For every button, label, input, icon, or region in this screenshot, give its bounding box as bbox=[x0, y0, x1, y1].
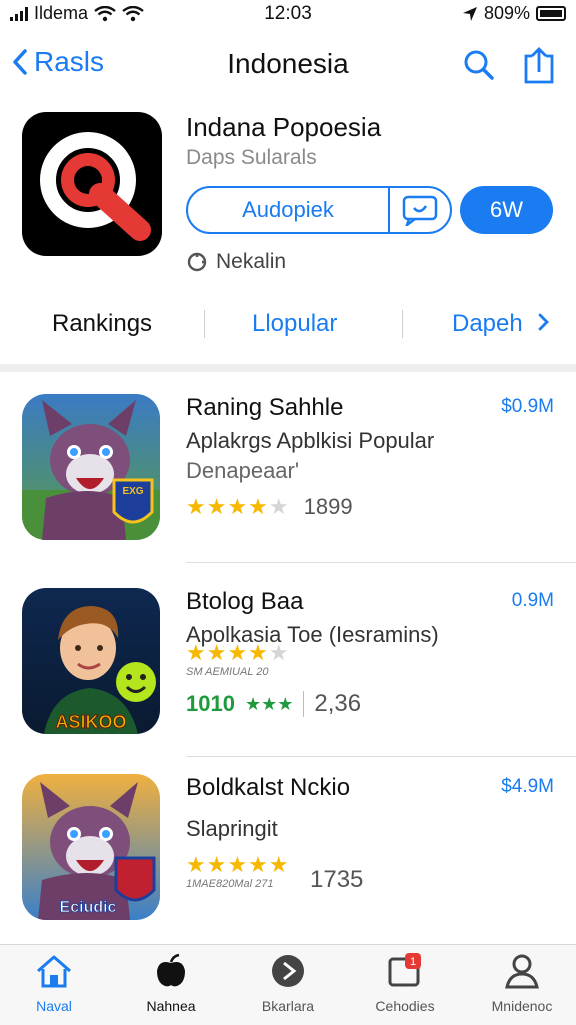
profile-icon bbox=[505, 954, 539, 989]
star-rating: ★★★★★ bbox=[186, 852, 290, 877]
app-name: Btolog Baa bbox=[186, 588, 304, 615]
badge-icon bbox=[187, 252, 207, 272]
app-price[interactable]: $4.9M bbox=[501, 776, 554, 798]
app-stats: 2,36 bbox=[314, 690, 362, 717]
app-name: Boldkalst Nckio bbox=[186, 774, 351, 801]
featured-app-subtitle: Daps Sularals bbox=[186, 146, 317, 169]
tab-bar-item-nahnea[interactable]: Nahnea bbox=[121, 953, 221, 1014]
battery-percent: 809% bbox=[483, 3, 530, 23]
section-divider bbox=[0, 364, 576, 372]
star-rating: ★★★★★ bbox=[186, 640, 290, 665]
tab-bar-item-naval[interactable]: Naval bbox=[4, 953, 104, 1014]
app-description: Slapringit bbox=[186, 816, 278, 841]
tab-bar-label: Cehodies bbox=[375, 998, 435, 1014]
rating-count: 1735 bbox=[310, 866, 364, 893]
tab-separator bbox=[402, 310, 403, 338]
magnifier-logo-icon bbox=[40, 132, 151, 241]
tab-rankings[interactable]: Rankings bbox=[52, 310, 152, 338]
wolf-mascot-icon: EXG bbox=[22, 400, 160, 540]
apple-icon bbox=[157, 953, 185, 987]
app-name: Raning Sahhle bbox=[186, 394, 344, 421]
star-rating: ★★★★★ bbox=[186, 494, 290, 519]
wolf-mascot-icon: Eciudic bbox=[38, 782, 156, 920]
thumbnail-title-text: Eciudic bbox=[60, 899, 117, 916]
get-button[interactable]: 6W bbox=[460, 186, 553, 234]
tab-bar-item-cehodies[interactable]: 1 Cehodies bbox=[355, 953, 455, 1014]
inline-separator bbox=[303, 691, 305, 717]
featured-app-icon[interactable] bbox=[22, 112, 162, 256]
app-price[interactable]: 0.9M bbox=[512, 590, 554, 612]
featured-app-title: Indana Popoesia bbox=[186, 112, 382, 142]
app-price[interactable]: $0.9M bbox=[501, 396, 554, 418]
tab-bar-label: Naval bbox=[36, 998, 72, 1014]
row-divider bbox=[186, 756, 576, 757]
rating-count: 1899 bbox=[303, 494, 353, 519]
app-thumbnail: Eciudic bbox=[22, 774, 160, 920]
battery-icon bbox=[536, 6, 566, 21]
open-action-button[interactable]: Audopiek bbox=[188, 188, 390, 232]
tab-bar-label: Bkarlara bbox=[261, 998, 315, 1014]
list-item[interactable]: ASIKOO Btolog Baa Apolkasia Toe (Iesrami… bbox=[0, 588, 576, 778]
sub-detail: 1MAE820Mal 271 bbox=[186, 878, 274, 890]
tab-bar-item-bkarlara[interactable]: Bkarlara bbox=[238, 953, 338, 1014]
action-segment: Audopiek bbox=[186, 186, 452, 234]
tab-dapeh[interactable]: Dapeh bbox=[452, 310, 550, 338]
sub-detail: SM AEMIUAL 20 bbox=[186, 666, 269, 678]
green-stars: ★★★ bbox=[244, 693, 294, 714]
navigation-bar: Rasls Indonesia bbox=[0, 38, 576, 94]
notification-badge-count: 1 bbox=[410, 956, 416, 968]
tab-dapeh-label: Dapeh bbox=[452, 310, 523, 337]
featured-note-text: Nekalin bbox=[216, 250, 287, 273]
tab-bar-label: Mnidenoc bbox=[491, 998, 553, 1014]
tab-bar-item-mnidenoc[interactable]: Mnidenoc bbox=[472, 953, 572, 1014]
featured-note: Nekalin bbox=[186, 250, 286, 274]
app-description-secondary: Denapeaar' bbox=[186, 458, 300, 483]
tab-separator bbox=[204, 310, 205, 338]
list-item[interactable]: Eciudic Boldkalst Nckio Slapringit ★★★★★… bbox=[0, 774, 576, 964]
shield-badge-text: EXG bbox=[122, 486, 143, 497]
share-icon[interactable] bbox=[522, 46, 556, 86]
list-item[interactable]: EXG Raning Sahhle Aplakrgs Apblkisi Popu… bbox=[0, 394, 576, 584]
location-icon bbox=[462, 6, 477, 21]
chat-button[interactable] bbox=[390, 188, 450, 232]
app-description: Aplakrgs Apblkisi Popular bbox=[186, 428, 435, 453]
thumbnail-title-text: ASIKOO bbox=[55, 712, 126, 732]
rating-row: ★★★★★ bbox=[186, 640, 290, 666]
tab-bar: Naval Nahnea Bkarlara 1 Cehodies Mnideno… bbox=[0, 944, 576, 1025]
rating-row: ★★★★★ bbox=[186, 852, 290, 878]
chevron-right-icon bbox=[539, 313, 550, 331]
status-bar: Ildema 12:03 809% bbox=[0, 0, 576, 28]
tab-bar-label: Nahnea bbox=[146, 998, 196, 1014]
player-avatar-icon: ASIKOO bbox=[44, 606, 156, 734]
row-divider bbox=[186, 562, 576, 563]
rank-number: 1010 bbox=[186, 691, 235, 716]
rating-row: ★★★★★ 1899 bbox=[186, 494, 353, 520]
rank-row: 1010 ★★★ 2,36 bbox=[186, 690, 361, 718]
search-icon[interactable] bbox=[462, 48, 496, 82]
status-right: 809% bbox=[462, 3, 566, 24]
notification-icon: 1 bbox=[388, 953, 421, 987]
tab-popular[interactable]: Llopular bbox=[252, 310, 337, 338]
play-icon bbox=[272, 955, 304, 987]
chat-bubble-icon bbox=[402, 195, 438, 226]
home-icon bbox=[37, 955, 71, 988]
app-thumbnail: ASIKOO bbox=[22, 588, 160, 734]
app-thumbnail: EXG bbox=[22, 394, 160, 540]
segment-tabs: Rankings Llopular Dapeh bbox=[0, 298, 576, 354]
